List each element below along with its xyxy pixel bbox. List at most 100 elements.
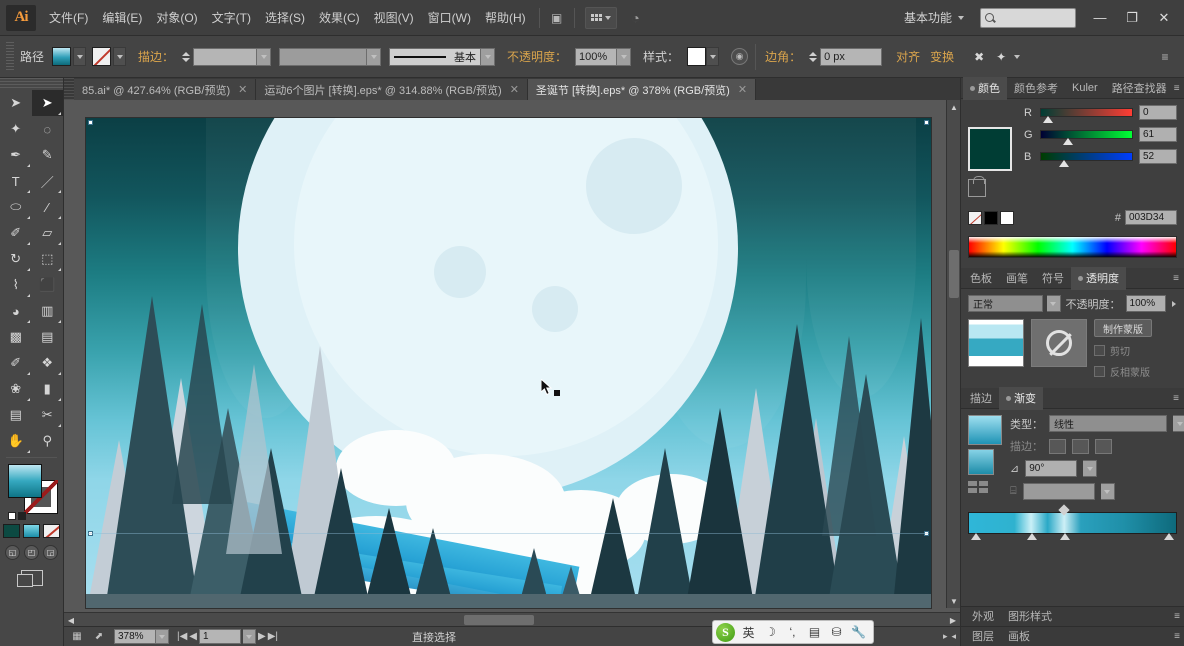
horizontal-scroll-thumb[interactable] [464,615,534,625]
appearance-panel-header[interactable]: 外观 图形样式 ≡ [961,606,1184,626]
zoom-dropdown-icon[interactable] [156,629,169,644]
channel-b-value[interactable]: 52 [1139,149,1177,164]
style-combo[interactable] [687,47,720,66]
lasso-tool[interactable]: ◌ [32,116,64,142]
document-tab-2[interactable]: 运动6个图片 [转换].eps* @ 314.88% (RGB/预览) ✕ [256,79,528,100]
gradient-type-dropdown-icon[interactable] [1173,415,1184,432]
opacity-field[interactable]: 100% [575,47,618,66]
channel-b-slider[interactable] [1040,152,1133,167]
stroke-weight-field[interactable] [193,47,258,66]
tab-bar-grip[interactable] [64,78,74,100]
fill-dropdown-icon[interactable] [73,47,87,66]
screen-mode-button[interactable] [0,570,63,587]
toolbox-icon[interactable]: ⛁ [828,623,845,642]
close-icon[interactable]: ✕ [510,83,519,96]
slider-knob[interactable] [1059,160,1070,167]
tab-symbols[interactable]: 符号 [1035,267,1071,290]
eraser-tool[interactable]: ▱ [32,220,64,246]
perspective-grid-tool[interactable]: ▥ [32,298,64,324]
swap-colors-icon[interactable] [18,512,26,520]
menu-item-help[interactable]: 帮助(H) [478,5,533,30]
color-spectrum[interactable] [968,236,1177,258]
share-icon[interactable]: ⬈ [90,629,108,644]
clip-checkbox[interactable] [1094,345,1105,356]
ellipse-tool[interactable]: ⬭ [0,194,32,220]
reverse-gradient-icon[interactable] [968,481,977,486]
channel-r-slider[interactable] [1040,108,1133,123]
stroke-swatch[interactable] [92,47,112,66]
canvas-vertical-scrollbar[interactable]: ▲ ▼ [946,100,960,608]
brush-combo[interactable]: 基本 [389,47,496,66]
fill-swatch[interactable] [52,47,72,66]
lock-icon[interactable] [968,176,986,197]
keyboard-icon[interactable]: ▤ [806,623,823,642]
gradient-slider[interactable] [968,504,1177,540]
column-graph-tool[interactable]: ▮ [32,376,64,402]
eyedropper-tool[interactable]: ✐ [0,350,32,376]
transform-label[interactable]: 变换 [928,48,962,65]
invert-mask-checkbox[interactable] [1094,366,1105,377]
menu-item-object[interactable]: 对象(O) [149,5,204,30]
artboard-dropdown-icon[interactable] [243,629,256,644]
menu-item-select[interactable]: 选择(S) [258,5,312,30]
slice-tool[interactable]: ✂ [32,402,64,428]
panel-menu-icon[interactable]: ≡ [1174,611,1184,622]
default-fill-stroke-icons[interactable] [8,512,26,520]
reverse-gradient-icon-3[interactable] [968,488,977,493]
brush-preview[interactable]: 基本 [389,47,482,66]
transparency-opacity-field[interactable]: 100% [1125,295,1166,312]
stroke-gradient-within-icon[interactable] [1049,438,1066,454]
draw-normal-icon[interactable]: ◱ [5,545,20,560]
status-resize-icon[interactable]: ▸ [943,631,948,642]
menu-item-window[interactable]: 窗口(W) [421,5,478,30]
selection-tool[interactable]: ➤ [0,90,32,116]
menu-item-file[interactable]: 文件(F) [42,5,95,30]
comma-icon[interactable]: ‘, [784,623,801,642]
mesh-tool[interactable]: ▩ [0,324,32,350]
close-button[interactable]: ✕ [1148,4,1180,32]
nav-prev-button[interactable]: ◀ [189,631,197,642]
scroll-down-icon[interactable]: ▼ [947,594,961,608]
tab-artboards[interactable]: 画板 [1001,625,1037,646]
color-button[interactable] [3,524,20,538]
reverse-gradient-icon-4[interactable] [979,488,988,493]
panel-menu-icon[interactable]: ≡ [1173,273,1184,284]
line-segment-tool[interactable]: ／ [32,168,64,194]
ime-mode-button[interactable]: 英 [740,623,757,642]
menu-item-type[interactable]: 文字(T) [205,5,258,30]
minimize-button[interactable]: — [1084,4,1116,32]
layers-panel-header[interactable]: 图层 画板 ≡ [961,626,1184,646]
draw-behind-icon[interactable]: ◰ [24,545,39,560]
curvature-tool[interactable]: ✎ [32,142,64,168]
search-input[interactable] [980,7,1076,28]
scale-tool[interactable]: ⬚ [32,246,64,272]
tab-transparency[interactable]: 透明度 [1071,266,1126,290]
gradient-angle-field[interactable]: 90° [1025,460,1078,477]
scroll-left-icon[interactable]: ◀ [64,613,78,627]
fill-color-swatch[interactable] [8,464,42,498]
stroke-profile-dropdown-icon[interactable] [367,47,382,66]
gradient-stop-mid2[interactable] [1060,533,1071,540]
moon-icon[interactable]: ☽ [762,623,779,642]
opacity-combo[interactable]: 100% [575,47,632,66]
gradient-aspect-dropdown-icon[interactable] [1100,483,1115,500]
paintbrush-tool[interactable]: ⁄ [32,194,64,220]
scroll-right-icon[interactable]: ▶ [946,613,960,627]
black-swatch[interactable] [984,210,998,225]
panel-menu-icon[interactable]: ≡ [1173,393,1184,404]
corner-field[interactable]: 0 px [820,47,883,66]
chevron-down-icon[interactable] [1014,54,1021,59]
opacity-label[interactable]: 不透明度： [505,48,575,65]
blend-mode-dropdown-icon[interactable] [1047,295,1061,312]
tab-stroke[interactable]: 描边 [963,387,999,410]
direct-selection-tool[interactable]: ➤ [31,90,63,116]
nav-first-button[interactable]: |◀ [177,631,187,642]
artboard-tool[interactable]: ▤ [0,402,32,428]
magic-wand-tool[interactable]: ✦ [0,116,32,142]
menu-item-view[interactable]: 视图(V) [367,5,421,30]
opacity-dropdown-icon[interactable] [617,47,632,66]
gradient-fill-preview[interactable] [968,415,1002,445]
tab-layers[interactable]: 图层 [965,625,1001,646]
panel-menu-icon[interactable]: ≡ [1174,631,1184,642]
stroke-label[interactable]: 描边： [136,48,182,65]
